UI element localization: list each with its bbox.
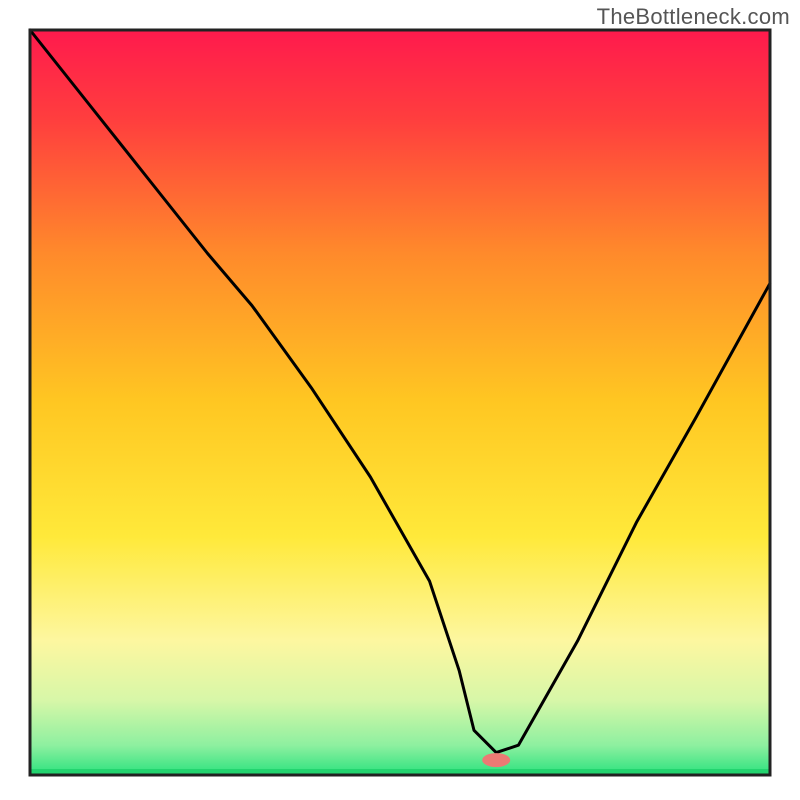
gradient-background [30,30,770,775]
chart-canvas [0,0,800,800]
optimal-marker [482,753,510,767]
watermark-text: TheBottleneck.com [597,4,790,30]
bottleneck-chart: TheBottleneck.com [0,0,800,800]
